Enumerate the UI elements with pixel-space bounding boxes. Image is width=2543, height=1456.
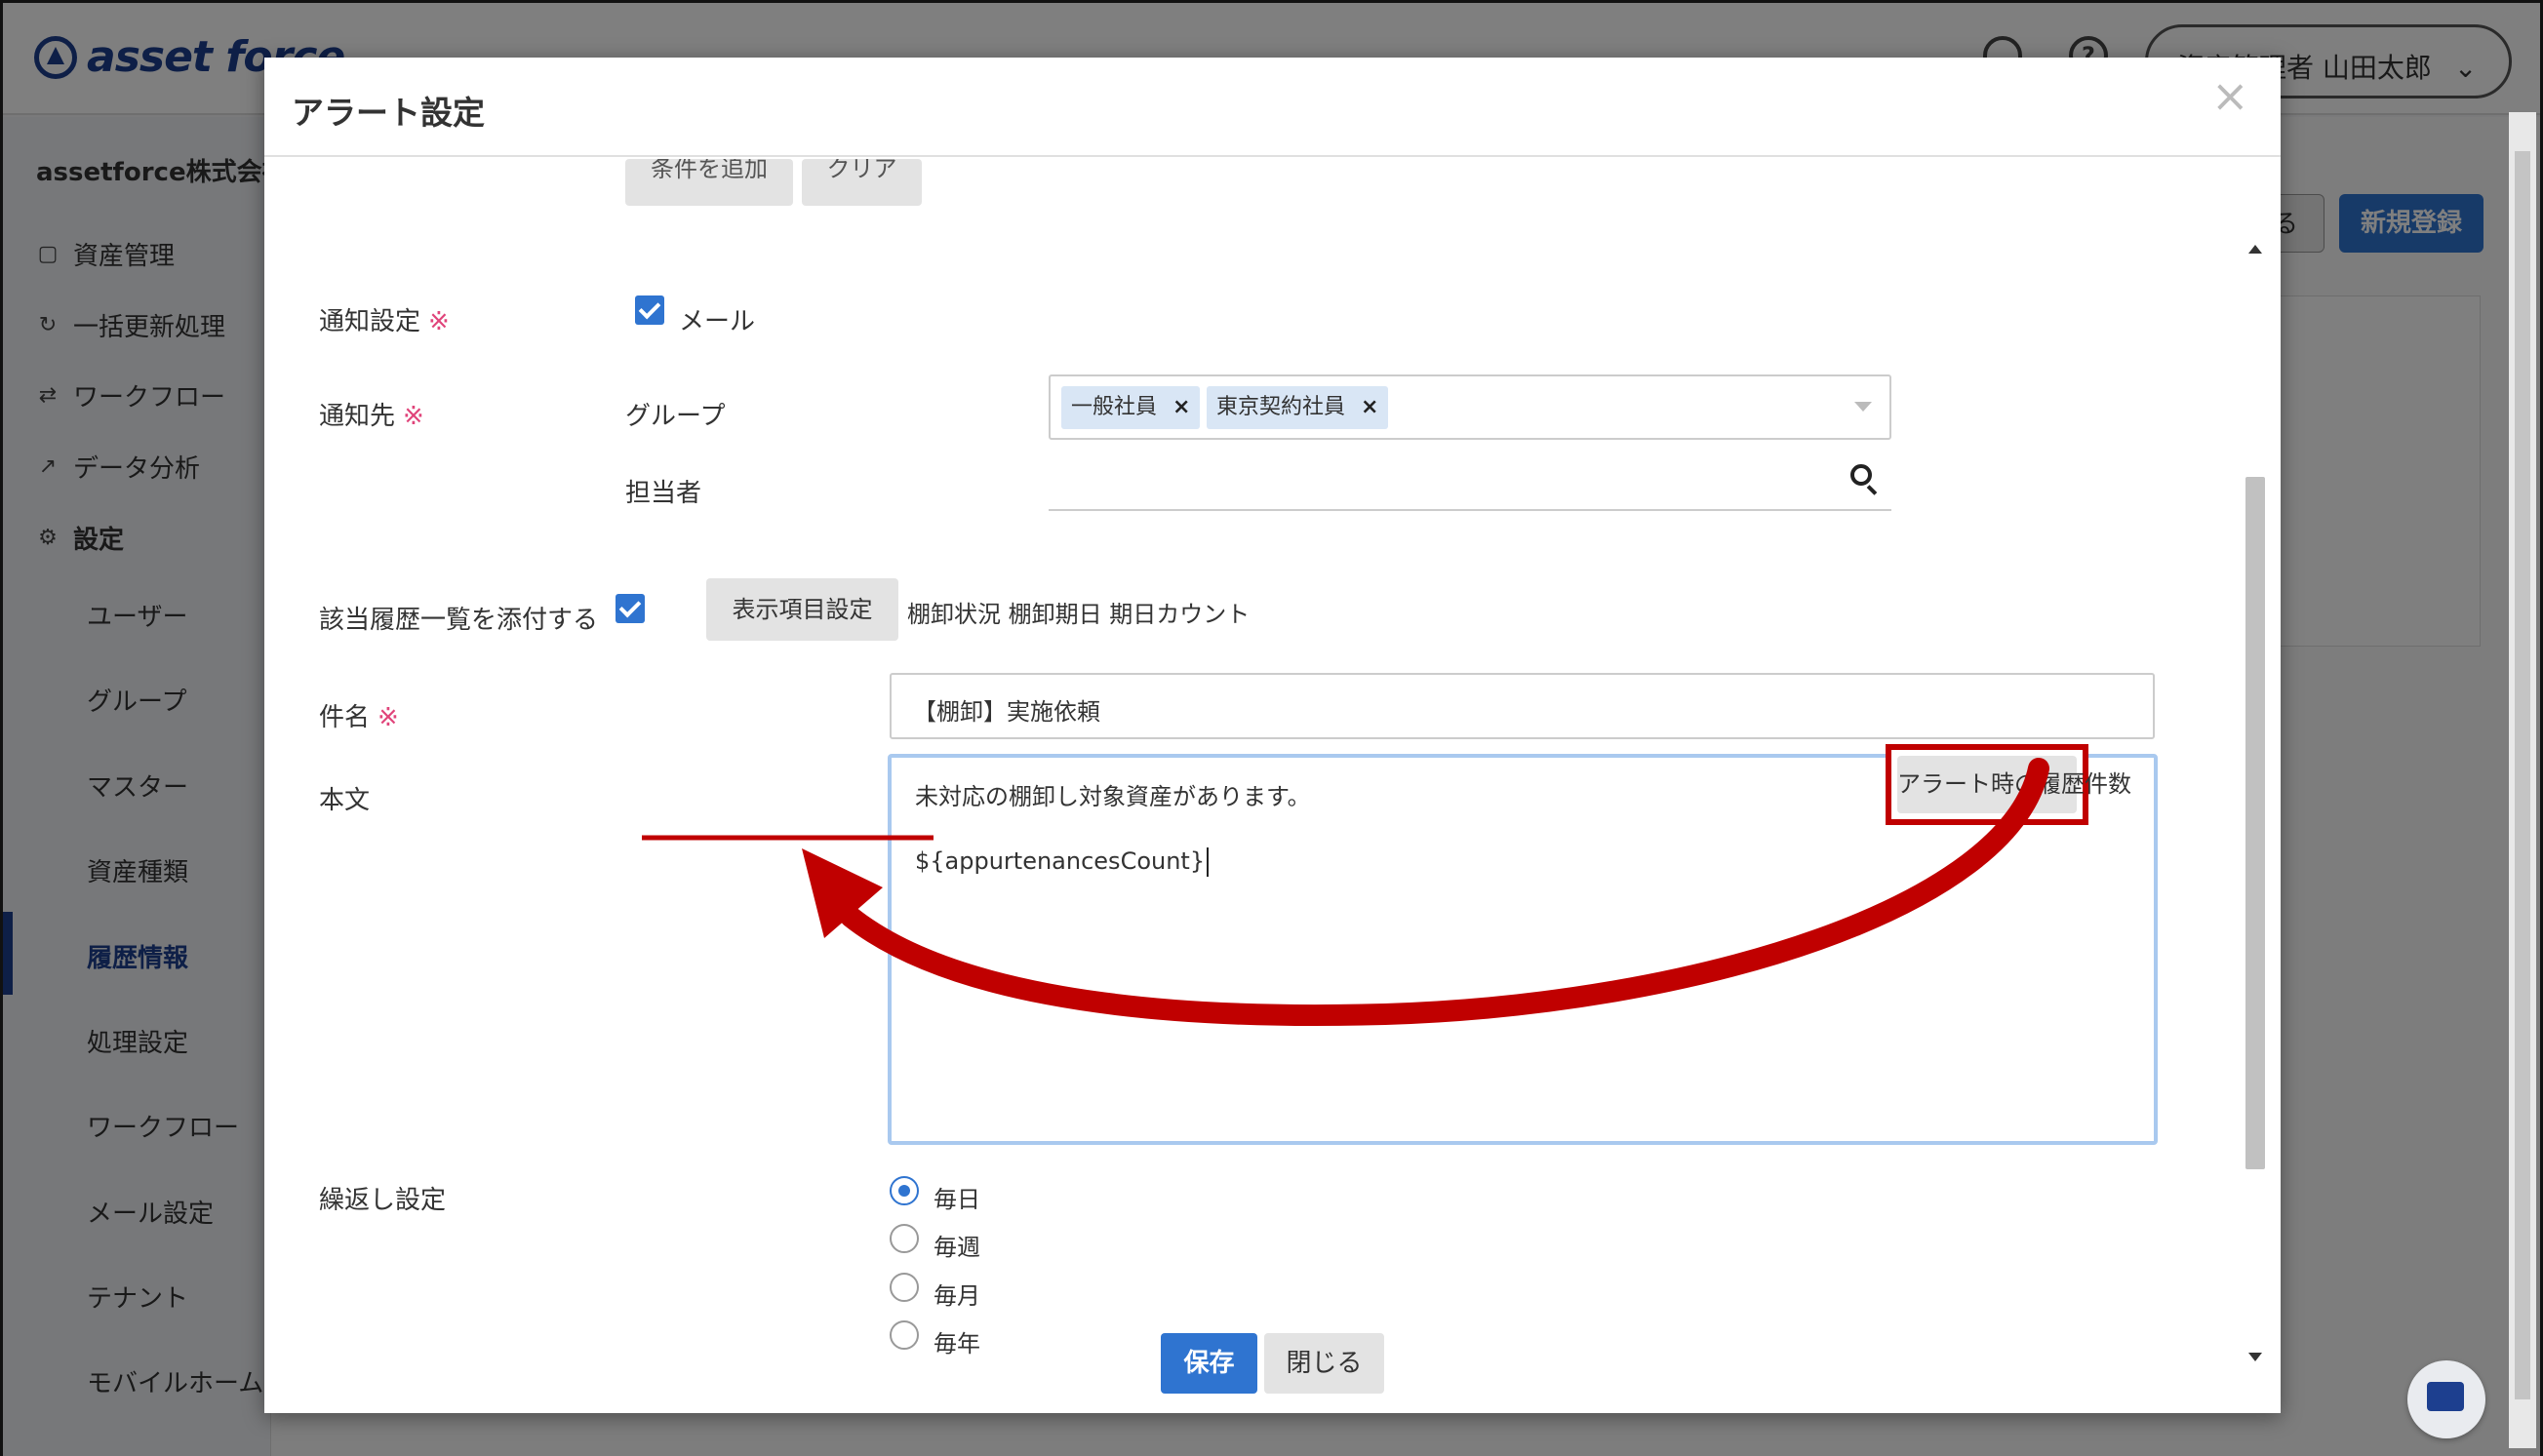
subject-text: 件名 <box>319 703 371 732</box>
radio-weekly-label: 毎週 <box>934 1234 980 1261</box>
scroll-up-icon[interactable] <box>2248 245 2262 254</box>
repeat-label: 繰返し設定 <box>319 1186 447 1215</box>
radio-weekly[interactable] <box>890 1224 919 1253</box>
modal-body: 条件を追加 クリア 通知設定 ※ メール 通知先 ※ グループ 一般社員 × 東京契約… <box>264 159 2281 1382</box>
mail-checkbox[interactable] <box>635 295 664 325</box>
placeholder-token: ${appurtenancesCount} <box>915 847 1206 875</box>
required-mark: ※ <box>403 402 424 431</box>
group-tag: 東京契約社員 × <box>1207 386 1389 429</box>
notify-setting-text: 通知設定 <box>319 307 421 336</box>
attach-history-label: 該当履歴一覧を添付する <box>319 606 599 635</box>
recipients-label: 通知先 ※ <box>319 396 424 432</box>
group-tag-label: 東京契約社員 <box>1216 395 1346 419</box>
modal-header: アラート設定 × <box>264 58 2281 157</box>
group-label: グループ <box>625 402 726 431</box>
add-condition-button[interactable]: 条件を追加 <box>625 159 793 206</box>
radio-monthly-label: 毎月 <box>934 1282 980 1310</box>
recipients-text: 通知先 <box>319 402 396 431</box>
scroll-down-icon[interactable] <box>2248 1353 2262 1361</box>
body-line-1: 未対応の棚卸し対象資産があります。 <box>915 783 1311 810</box>
body-label: 本文 <box>319 786 371 815</box>
display-fields-button[interactable]: 表示項目設定 <box>706 578 898 641</box>
radio-daily-label: 毎日 <box>934 1186 980 1213</box>
button-label: クリア <box>826 159 897 182</box>
chevron-down-icon[interactable] <box>1854 402 1872 412</box>
alert-settings-modal: アラート設定 × 条件を追加 クリア 通知設定 ※ メール 通知先 ※ グループ 一… <box>264 58 2281 1413</box>
group-select[interactable]: 一般社員 × 東京契約社員 × <box>1049 374 1891 440</box>
scroll-thumb[interactable] <box>2245 477 2265 1169</box>
search-icon[interactable] <box>1850 464 1872 486</box>
remove-tag-icon[interactable]: × <box>1172 395 1190 419</box>
remove-tag-icon[interactable]: × <box>1361 395 1378 419</box>
mail-label: メール <box>679 307 756 336</box>
button-label: 条件を追加 <box>651 159 768 182</box>
subject-input[interactable]: 【棚卸】実施依頼 <box>890 673 2155 739</box>
close-icon[interactable]: × <box>2211 73 2249 118</box>
radio-daily[interactable] <box>890 1176 919 1205</box>
close-button[interactable]: 閉じる <box>1264 1333 1384 1394</box>
radio-yearly-label: 毎年 <box>934 1330 980 1358</box>
required-mark: ※ <box>428 307 450 336</box>
chat-button[interactable] <box>2407 1360 2485 1438</box>
clear-button[interactable]: クリア <box>802 159 922 206</box>
chat-icon <box>2427 1382 2464 1411</box>
body-line-2: ${appurtenancesCount} <box>915 847 1210 877</box>
group-tag-label: 一般社員 <box>1071 395 1158 419</box>
required-mark: ※ <box>377 703 399 732</box>
subject-label: 件名 ※ <box>319 697 399 733</box>
person-input[interactable] <box>1049 509 1891 511</box>
text-cursor <box>1207 847 1210 877</box>
notify-setting-label: 通知設定 ※ <box>319 301 450 337</box>
insert-history-count-button[interactable]: アラート時の履歴件数 <box>1897 756 2131 813</box>
group-tag: 一般社員 × <box>1061 386 1201 429</box>
radio-yearly[interactable] <box>890 1320 919 1350</box>
modal-scrollbar[interactable] <box>2240 233 2271 1364</box>
save-button[interactable]: 保存 <box>1161 1333 1257 1394</box>
display-fields-text: 棚卸状況 棚卸期日 期日カウント <box>907 601 1251 628</box>
insert-button-highlight: アラート時の履歴件数 <box>1886 744 2131 825</box>
person-label: 担当者 <box>625 479 702 508</box>
page-scrollbar[interactable] <box>2509 112 2536 1448</box>
radio-monthly[interactable] <box>890 1273 919 1302</box>
modal-title: アラート設定 <box>292 94 485 132</box>
attach-history-checkbox[interactable] <box>616 594 645 623</box>
